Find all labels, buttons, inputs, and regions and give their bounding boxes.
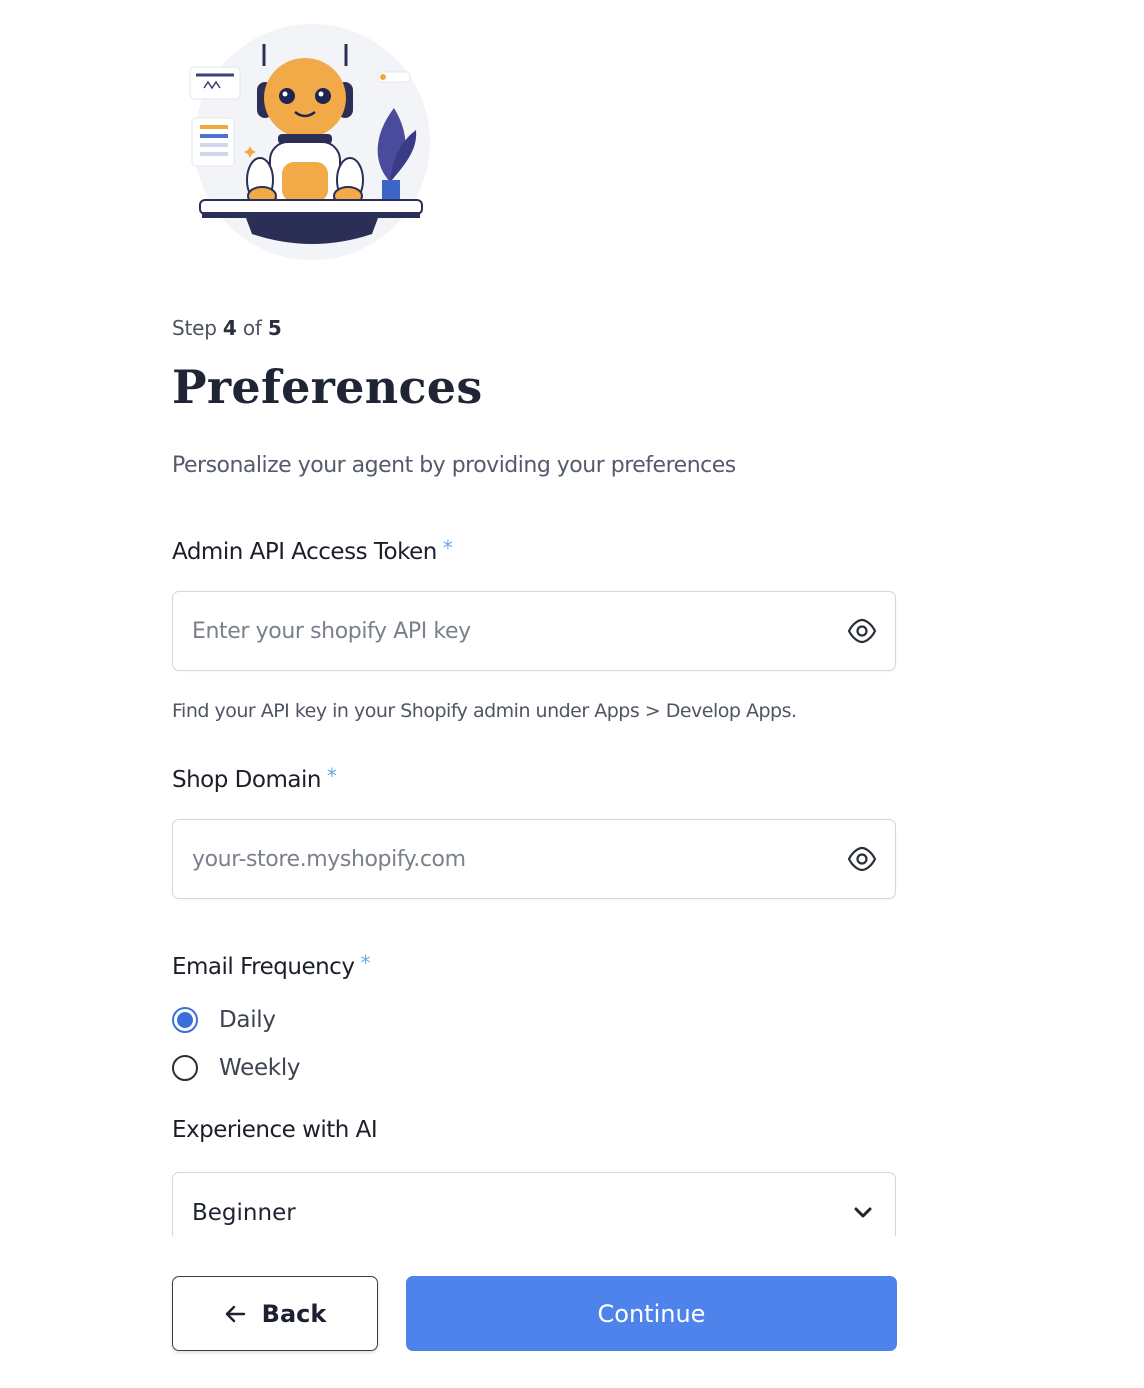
chevron-down-icon [854, 1207, 872, 1218]
continue-button[interactable]: Continue [406, 1276, 897, 1351]
experience-label: Experience with AI [172, 1117, 378, 1143]
email-frequency-label-text: Email Frequency [172, 954, 355, 980]
radio-daily[interactable] [172, 1007, 198, 1033]
api-token-help-text: Find your API key in your Shopify admin … [172, 700, 797, 722]
api-token-field [172, 591, 896, 671]
radio-option-daily[interactable]: Daily [172, 1005, 276, 1035]
eye-icon[interactable] [847, 846, 877, 872]
eye-icon[interactable] [847, 618, 877, 644]
required-marker: * [360, 951, 370, 975]
radio-weekly[interactable] [172, 1055, 198, 1081]
api-token-input[interactable] [192, 592, 812, 670]
back-button-label: Back [261, 1299, 327, 1328]
shop-domain-label-text: Shop Domain [172, 767, 321, 793]
step-current: 4 [222, 316, 237, 340]
step-middle: of [242, 316, 262, 340]
required-marker: * [442, 536, 453, 560]
shop-domain-field [172, 819, 896, 899]
experience-select[interactable]: Beginner [172, 1172, 896, 1236]
api-token-label-text: Admin API Access Token [172, 539, 437, 565]
arrow-left-icon [225, 1305, 245, 1322]
shop-domain-label: Shop Domain * [172, 764, 337, 793]
required-marker: * [326, 764, 337, 788]
radio-weekly-label: Weekly [219, 1055, 301, 1081]
onboarding-page: Step 4 of 5 Preferences Personalize your… [0, 0, 1144, 1388]
step-indicator: Step 4 of 5 [172, 316, 282, 340]
shop-domain-input[interactable] [192, 820, 812, 898]
step-total: 5 [267, 316, 282, 340]
robot-assistant-illustration [189, 24, 430, 260]
continue-button-label: Continue [597, 1299, 706, 1328]
radio-option-weekly[interactable]: Weekly [172, 1053, 301, 1083]
email-frequency-label: Email Frequency * [172, 951, 370, 980]
radio-daily-label: Daily [219, 1007, 276, 1033]
step-prefix: Step [172, 316, 217, 340]
api-token-label: Admin API Access Token * [172, 536, 453, 565]
back-button[interactable]: Back [172, 1276, 378, 1351]
page-title: Preferences [172, 360, 483, 414]
page-subtitle: Personalize your agent by providing your… [172, 453, 736, 478]
experience-selected-value: Beginner [192, 1200, 296, 1226]
